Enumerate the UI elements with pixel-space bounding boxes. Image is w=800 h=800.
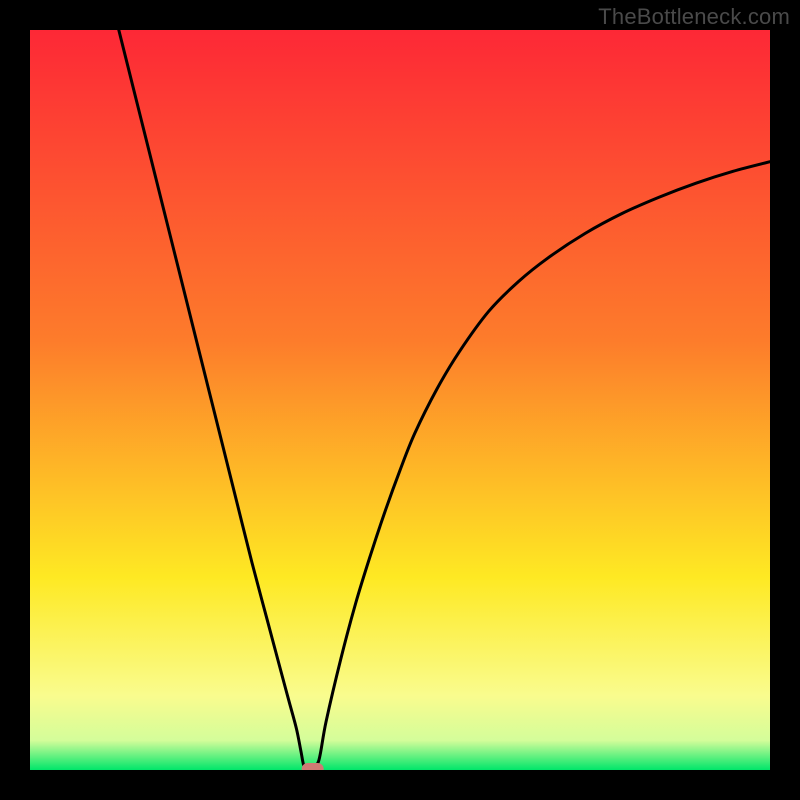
bottleneck-chart-svg xyxy=(30,30,770,770)
chart-frame: TheBottleneck.com xyxy=(0,0,800,800)
notch-marker-icon xyxy=(302,763,324,770)
plot-area xyxy=(30,30,770,770)
gradient-background xyxy=(30,30,770,770)
watermark-text: TheBottleneck.com xyxy=(598,4,790,30)
